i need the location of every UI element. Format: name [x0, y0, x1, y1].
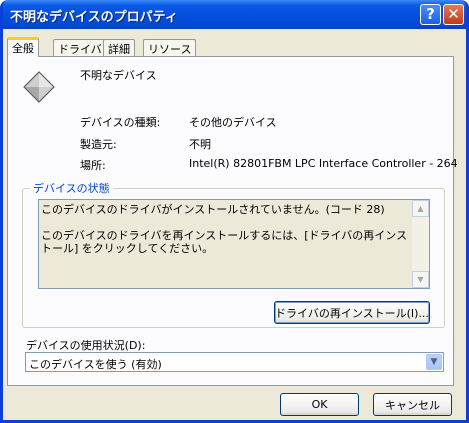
device-usage-select[interactable]: このデバイスを使う (有効) ▼ — [25, 352, 444, 372]
help-icon: ? — [426, 5, 435, 23]
manufacturer-value: 不明 — [189, 138, 211, 151]
status-line-code: このデバイスのドライバがインストールされていません。(コード 28) — [41, 203, 385, 216]
help-button[interactable]: ? — [420, 4, 441, 25]
status-line-instructions: このデバイスのドライバを再インストールするには、[ドライバの再インストール] を… — [41, 229, 408, 255]
tab-driver[interactable]: ドライバ — [53, 39, 107, 56]
title-bar[interactable]: 不明なデバイスのプロパティ ? ✕ — [3, 0, 466, 29]
device-type-value: その他のデバイス — [189, 116, 277, 129]
location-value: Intel(R) 82801FBM LPC Interface Controll… — [189, 157, 458, 170]
tab-general[interactable]: 全般 — [7, 37, 39, 57]
device-status-text: このデバイスのドライバがインストールされていません。(コード 28) このデバイ… — [41, 203, 411, 268]
device-name: 不明なデバイス — [80, 69, 157, 82]
ok-button[interactable]: OK — [280, 393, 359, 416]
chevron-down-icon[interactable]: ▼ — [426, 354, 442, 370]
device-usage-value: このデバイスを使う (有効) — [29, 358, 162, 371]
device-type-label: デバイスの種類: — [80, 116, 161, 129]
scroll-up-arrow-icon[interactable]: ▲ — [412, 200, 429, 217]
location-label: 場所: — [80, 159, 106, 172]
tab-resources[interactable]: リソース — [143, 39, 197, 56]
tab-details[interactable]: 詳細 — [103, 39, 135, 56]
status-scrollbar[interactable]: ▲ ▼ — [412, 200, 429, 288]
device-status-title: デバイスの状態 — [30, 180, 113, 196]
close-icon: ✕ — [447, 5, 460, 23]
cancel-button[interactable]: キャンセル — [373, 393, 452, 416]
scroll-down-arrow-icon[interactable]: ▼ — [412, 271, 429, 288]
window-title: 不明なデバイスのプロパティ — [10, 10, 178, 25]
device-status-textbox[interactable]: このデバイスのドライバがインストールされていません。(コード 28) このデバイ… — [38, 199, 430, 289]
reinstall-driver-button[interactable]: ドライバの再インストール(I)... — [274, 301, 430, 324]
device-usage-label: デバイスの使用状況(D): — [26, 339, 146, 352]
unknown-device-icon — [23, 71, 55, 103]
manufacturer-label: 製造元: — [80, 138, 117, 151]
close-button[interactable]: ✕ — [443, 4, 464, 25]
